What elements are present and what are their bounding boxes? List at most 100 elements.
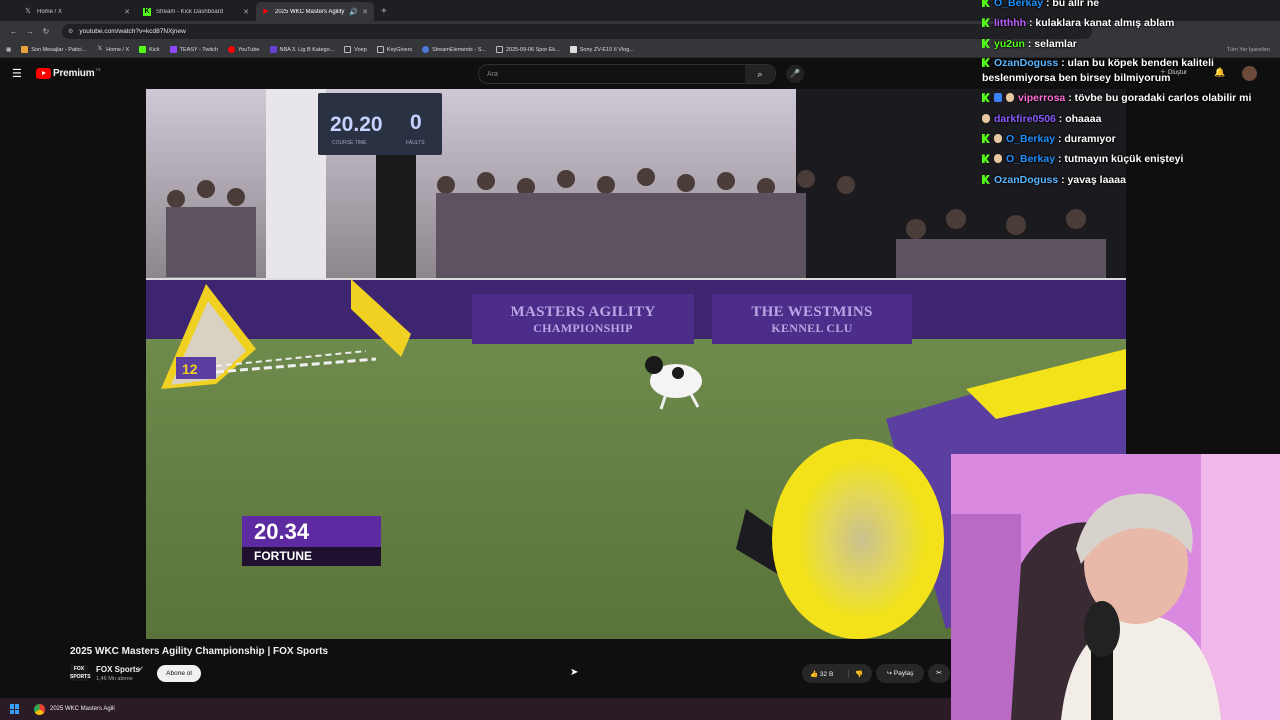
bookmark-item[interactable]: NBA 3. Lig B Katego... xyxy=(269,46,335,53)
bookmark-item[interactable]: Kick xyxy=(139,46,160,53)
close-icon[interactable]: ✕ xyxy=(124,8,130,16)
chat-separator: : xyxy=(1065,92,1075,105)
dislike-button[interactable]: 👎 xyxy=(848,669,864,678)
clip-button[interactable]: ✂ xyxy=(928,664,950,683)
chat-username: yu2un xyxy=(994,37,1025,50)
banner-line-2: CHAMPIONSHIP xyxy=(533,321,633,335)
bookmarks-apps-icon[interactable]: ▦ xyxy=(6,47,11,53)
chat-message: O_Berkay : bu allr ne xyxy=(982,0,1280,13)
site-info-icon[interactable]: ⚙ xyxy=(68,28,73,35)
chat-username: OzanDoguss xyxy=(994,173,1059,186)
chat-separator: : xyxy=(1043,0,1053,9)
bookmark-label: 2025-09-06 Spor Ek... xyxy=(505,46,560,53)
face-badge-icon xyxy=(994,134,1002,144)
bookmark-item[interactable]: 2025-09-06 Spor Ek... xyxy=(495,46,560,53)
video-title: 2025 WKC Masters Agility Championship | … xyxy=(70,646,329,657)
chat-text: bu allr ne xyxy=(1052,0,1100,9)
youtube-logo-icon: ▶ xyxy=(263,7,269,15)
chat-text: yavaş laaaa xyxy=(1067,173,1126,186)
bookmark-folder[interactable]: Voep xyxy=(344,46,367,53)
screen: 𝕏 Home / X ✕ K Stream - Kick Dashboard ✕… xyxy=(0,0,1280,720)
bookmark-label: Home / X xyxy=(106,46,130,53)
tab-label: 2025 WKC Masters Agility C xyxy=(275,8,346,15)
bookmark-item[interactable]: 𝕏 Home / X xyxy=(96,46,129,53)
arena-scoreboard: 20.20 0 COURSE TIME FAULTS xyxy=(318,93,442,155)
chat-message: OzanDoguss : yavaş laaaa xyxy=(982,170,1280,190)
chat-message: yu2un : selamlar xyxy=(982,34,1280,54)
subscribe-button[interactable]: Abone ol xyxy=(157,665,201,682)
kick-badge-icon xyxy=(982,154,990,164)
close-icon[interactable]: ✕ xyxy=(362,8,368,16)
tab-label: Stream - Kick Dashboard xyxy=(156,8,224,15)
chrome-icon xyxy=(34,703,45,715)
chat-message: viperrosa : tövbe bu goradaki carlos ola… xyxy=(982,88,1280,108)
thumbs-up-icon: 👍 xyxy=(810,670,819,678)
bookmark-item[interactable]: TEASY - Twitch xyxy=(169,46,218,53)
arena-banner-masters: MASTERS AGILITY CHAMPIONSHIP xyxy=(472,294,694,344)
kick-logo-icon: K xyxy=(143,7,151,16)
chat-username: O_Berkay xyxy=(1006,133,1056,146)
share-label: Paylaş xyxy=(893,670,914,677)
url-input[interactable]: ⚙ youtube.com/watch?v=kcd87NXjnew xyxy=(62,24,1092,39)
reload-icon[interactable]: ↻ xyxy=(38,27,54,36)
forward-icon[interactable]: → xyxy=(22,27,38,36)
bookmark-folder[interactable]: KeyGivers xyxy=(376,46,412,53)
close-icon[interactable]: ✕ xyxy=(243,8,249,16)
url-text: youtube.com/watch?v=kcd87NXjnew xyxy=(79,28,186,35)
bookmark-label: StreamElements - S... xyxy=(432,46,486,53)
tab-kick-dashboard[interactable]: K Stream - Kick Dashboard ✕ xyxy=(137,2,255,21)
chat-separator: : xyxy=(1055,112,1066,125)
lower-third-name: FORTUNE xyxy=(242,547,381,566)
tab-youtube-video[interactable]: ▶ 2025 WKC Masters Agility C 🔊 ✕ xyxy=(256,2,374,21)
folder-icon xyxy=(376,46,384,53)
chat-separator: : xyxy=(1024,37,1035,50)
audio-icon[interactable]: 🔊 xyxy=(349,8,358,16)
back-icon[interactable]: ← xyxy=(6,27,22,36)
bookmark-label: Voep xyxy=(354,46,367,53)
chat-message: O_Berkay : tutmayın küçük enişteyi xyxy=(982,149,1280,169)
chat-text: tutmayın küçük enişteyi xyxy=(1064,153,1184,166)
thumbs-down-icon: 👎 xyxy=(855,670,864,678)
chat-separator: : xyxy=(1055,133,1065,146)
kick-badge-icon xyxy=(982,38,990,48)
face-badge-icon xyxy=(1006,93,1014,103)
chat-message: litthhh : kulaklara kanat almış ablam xyxy=(982,13,1280,33)
windows-start-icon[interactable] xyxy=(10,704,20,714)
menu-icon[interactable]: ☰ xyxy=(12,67,24,80)
bookmark-label: NBA 3. Lig B Katego... xyxy=(279,46,335,53)
tab-home-x[interactable]: 𝕏 Home / X ✕ xyxy=(18,2,136,21)
bookmark-item[interactable]: Sony ZV-E10 II Vlog... xyxy=(569,46,634,53)
bookmark-label: YouTube xyxy=(237,46,260,53)
like-button[interactable]: 👍 32 B xyxy=(802,670,848,678)
lower-third-graphic: 20.34 FORTUNE xyxy=(242,516,381,566)
chat-text: duramıyor xyxy=(1064,133,1116,146)
microphone-icon[interactable]: 🎤 xyxy=(786,65,804,83)
lower-third-time: 20.34 xyxy=(242,516,381,547)
new-tab-button[interactable]: + xyxy=(381,2,387,21)
blue-badge-icon xyxy=(994,93,1002,103)
chat-text: tövbe bu goradaki carlos olabilir mi xyxy=(1074,92,1252,105)
channel-avatar[interactable]: FOX SPORTS xyxy=(70,665,91,681)
bookmark-item[interactable]: Son Mesajlar - Patici... xyxy=(21,46,86,53)
banner-line-1: MASTERS AGILITY xyxy=(510,304,656,320)
search-input[interactable] xyxy=(479,70,745,78)
share-button[interactable]: ↪ Paylaş xyxy=(876,664,924,683)
youtube-logo[interactable]: Premium TR xyxy=(36,67,101,79)
like-dislike-group: 👍 32 B 👎 xyxy=(802,664,872,683)
taskbar-app-label: 2025 WKC Masters Agili xyxy=(50,706,115,712)
scoreboard-faults: 0 xyxy=(410,111,422,134)
bookmark-label: Sony ZV-E10 II Vlog... xyxy=(579,46,634,53)
taskbar-chrome-app[interactable]: 2025 WKC Masters Agili xyxy=(34,703,115,715)
chat-text: selamlar xyxy=(1034,37,1077,50)
search-icon[interactable]: ⌕ xyxy=(745,65,775,83)
chat-text: kulaklara kanat almış ablam xyxy=(1035,17,1175,30)
bookmark-item[interactable]: YouTube xyxy=(227,46,260,53)
bookmark-item[interactable]: StreamElements - S... xyxy=(422,46,486,53)
face-badge-icon xyxy=(994,154,1002,164)
kick-badge-icon xyxy=(982,58,990,68)
channel-name[interactable]: FOX Sports xyxy=(96,665,140,674)
banner-line-1: THE WESTMINS xyxy=(751,304,873,320)
kick-badge-icon xyxy=(982,0,990,7)
chat-username: O_Berkay xyxy=(1006,153,1056,166)
chat-separator: : xyxy=(1058,173,1068,186)
